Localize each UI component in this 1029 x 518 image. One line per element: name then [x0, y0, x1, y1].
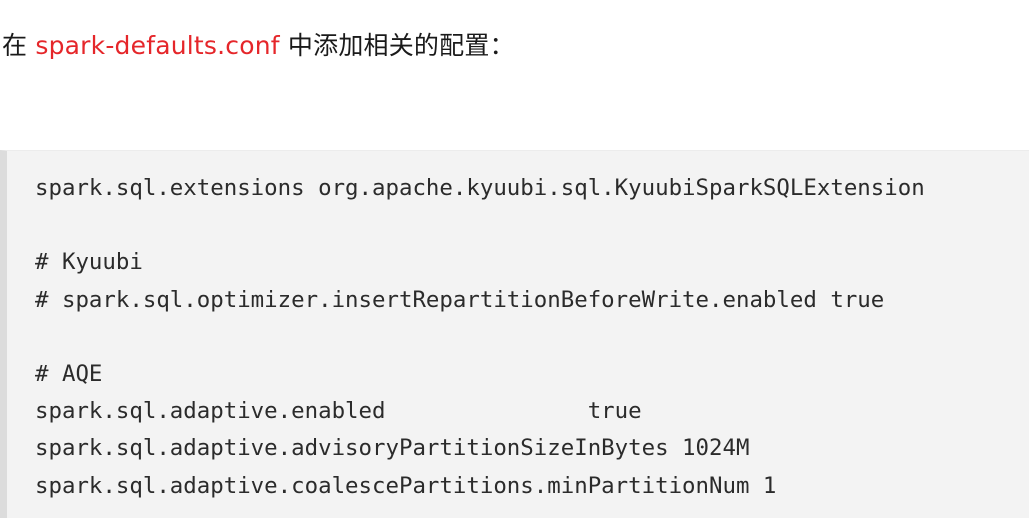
intro-suffix: 中添加相关的配置： [279, 31, 515, 60]
config-filename: spark-defaults.conf [35, 31, 280, 60]
intro-paragraph: 在 spark-defaults.conf 中添加相关的配置： [2, 28, 515, 64]
code-line: spark.sql.adaptive.enabled true [35, 398, 642, 425]
code-line: # AQE [35, 360, 103, 387]
code-line: spark.sql.adaptive.advisoryPartitionSize… [35, 435, 750, 462]
intro-prefix: 在 [2, 31, 36, 60]
code-block: spark.sql.extensions org.apache.kyuubi.s… [0, 150, 1029, 518]
code-content: spark.sql.extensions org.apache.kyuubi.s… [35, 170, 925, 505]
code-line: spark.sql.extensions org.apache.kyuubi.s… [35, 175, 925, 201]
code-line: spark.sql.adaptive.coalescePartitions.mi… [35, 472, 777, 499]
code-line: # Kyuubi [35, 249, 143, 276]
code-line: # spark.sql.optimizer.insertRepartitionB… [35, 286, 885, 313]
